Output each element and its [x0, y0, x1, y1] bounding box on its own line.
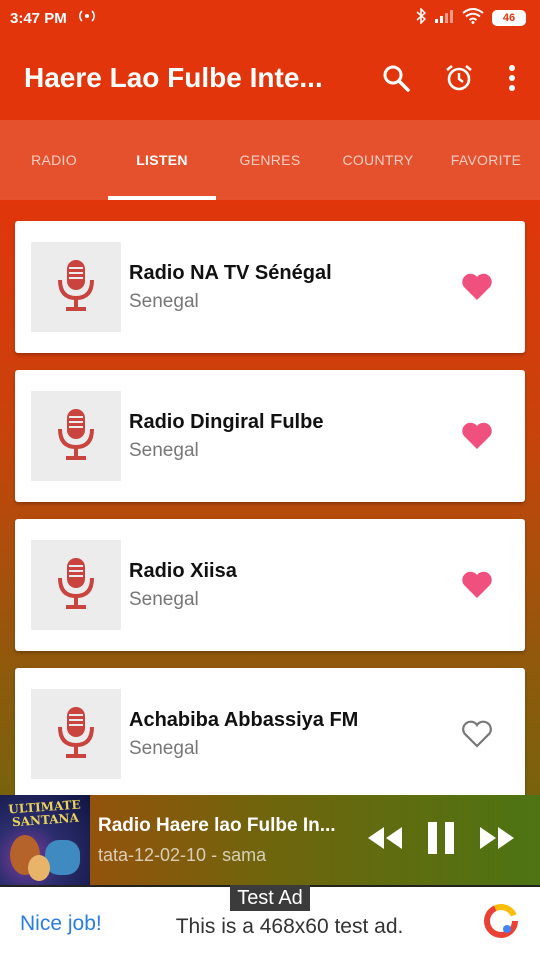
station-thumbnail: [31, 391, 121, 481]
pause-icon[interactable]: [426, 821, 456, 860]
ad-banner[interactable]: Test Ad Nice job! This is a 468x60 test …: [0, 885, 540, 960]
status-icons: 46: [416, 7, 526, 28]
station-thumbnail: [31, 242, 121, 332]
tab-genres[interactable]: GENRES: [216, 120, 324, 200]
ad-nice-text: Nice job!: [20, 911, 102, 935]
station-name: Achabiba Abbassiya FM: [129, 708, 359, 731]
favorite-heart-icon[interactable]: [457, 273, 497, 301]
player-controls: [366, 821, 540, 860]
station-list: Radio NA TV Sénégal Senegal Radio Dingir…: [15, 221, 525, 817]
tab-listen[interactable]: LISTEN: [108, 120, 216, 200]
hotspot-icon: [77, 9, 97, 27]
station-country: Senegal: [129, 588, 199, 610]
search-icon[interactable]: [382, 64, 410, 92]
station-info: Radio Xiisa Senegal: [129, 560, 457, 611]
now-playing-title: Radio Haere lao Fulbe In...: [98, 814, 336, 836]
tab-bar: RADIO LISTEN GENRES COUNTRY FAVORITE: [0, 120, 540, 200]
favorite-heart-icon[interactable]: [457, 422, 497, 450]
station-card[interactable]: Radio NA TV Sénégal Senegal: [15, 221, 525, 353]
now-playing-info: Radio Haere lao Fulbe In... tata-12-02-1…: [98, 815, 348, 866]
tab-favorite[interactable]: FAVORITE: [432, 120, 540, 200]
tab-radio[interactable]: RADIO: [0, 120, 108, 200]
station-info: Radio Dingiral Fulbe Senegal: [129, 411, 457, 462]
ad-body-text: This is a 468x60 test ad.: [175, 914, 404, 938]
tab-country[interactable]: COUNTRY: [324, 120, 432, 200]
station-card[interactable]: Radio Xiisa Senegal: [15, 519, 525, 651]
app-title: Haere Lao Fulbe Inte...: [24, 62, 323, 93]
favorite-heart-outline-icon[interactable]: [457, 720, 497, 748]
now-playing-bar[interactable]: ULTIMATE SANTANA Radio Haere lao Fulbe I…: [0, 795, 540, 885]
station-info: Radio NA TV Sénégal Senegal: [129, 262, 457, 313]
station-country: Senegal: [129, 439, 199, 461]
microphone-icon: [56, 556, 96, 615]
microphone-icon: [56, 258, 96, 317]
more-vert-icon[interactable]: [508, 65, 516, 91]
album-art-title: ULTIMATE SANTANA: [7, 797, 82, 830]
station-thumbnail: [31, 540, 121, 630]
station-card[interactable]: Achabiba Abbassiya FM Senegal: [15, 668, 525, 800]
microphone-icon: [56, 407, 96, 466]
status-bar: 3:47 PM 46: [0, 0, 540, 36]
station-card[interactable]: Radio Dingiral Fulbe Senegal: [15, 370, 525, 502]
station-country: Senegal: [129, 290, 199, 312]
station-name: Radio NA TV Sénégal: [129, 261, 332, 284]
app-actions: [382, 63, 516, 93]
rewind-icon[interactable]: [366, 825, 404, 856]
ad-choices-icon[interactable]: [482, 902, 520, 945]
microphone-icon: [56, 705, 96, 764]
station-info: Achabiba Abbassiya FM Senegal: [129, 709, 457, 760]
now-playing-track: tata-12-02-10 - sama: [98, 844, 267, 865]
album-art: ULTIMATE SANTANA: [0, 795, 90, 885]
station-country: Senegal: [129, 737, 199, 759]
station-thumbnail: [31, 689, 121, 779]
fast-forward-icon[interactable]: [478, 825, 516, 856]
battery-indicator: 46: [492, 10, 526, 26]
ad-label: Test Ad: [230, 885, 310, 911]
bluetooth-icon: [416, 7, 427, 28]
status-time: 3:47 PM: [10, 9, 67, 27]
signal-icon: [434, 9, 454, 27]
station-name: Radio Xiisa: [129, 559, 237, 582]
wifi-icon: [462, 8, 484, 28]
alarm-icon[interactable]: [444, 63, 474, 93]
favorite-heart-icon[interactable]: [457, 571, 497, 599]
app-root: 3:47 PM 46 Haere Lao Fulbe Inte... RADIO…: [0, 0, 540, 960]
app-bar: Haere Lao Fulbe Inte...: [0, 36, 540, 120]
station-name: Radio Dingiral Fulbe: [129, 410, 324, 433]
